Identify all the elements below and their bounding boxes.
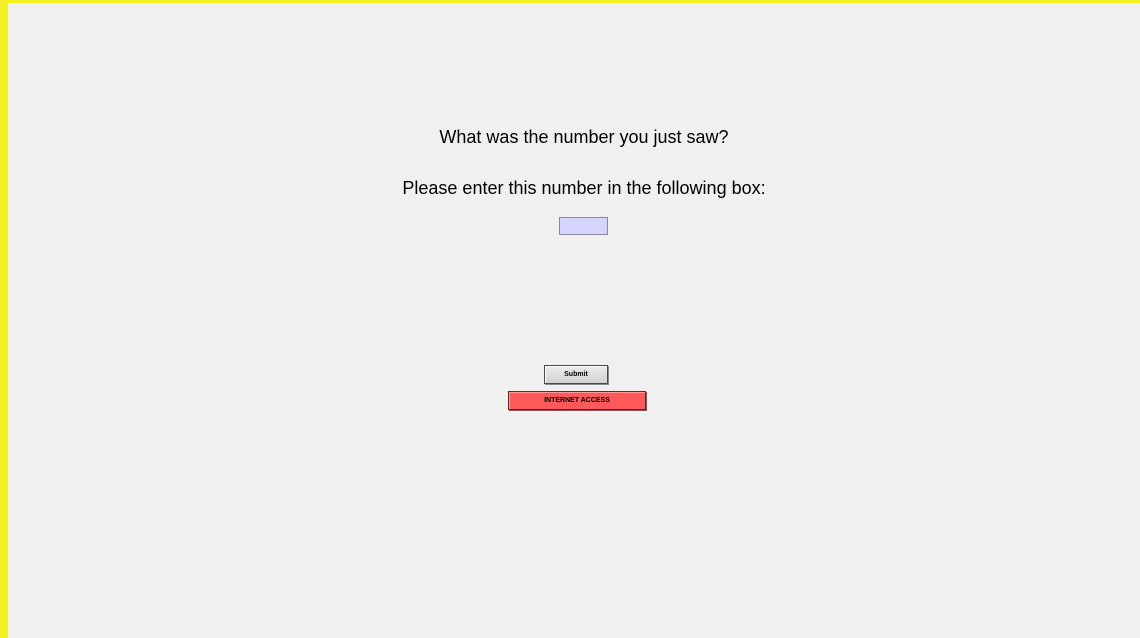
internet-access-button[interactable]: INTERNET ACCESS — [508, 391, 646, 410]
experiment-window: What was the number you just saw? Please… — [0, 0, 1140, 638]
question-text: What was the number you just saw? — [439, 127, 729, 147]
number-answer-input[interactable] — [559, 217, 608, 235]
submit-button[interactable]: Submit — [544, 365, 608, 384]
instruction-text: Please enter this number in the followin… — [402, 178, 766, 198]
